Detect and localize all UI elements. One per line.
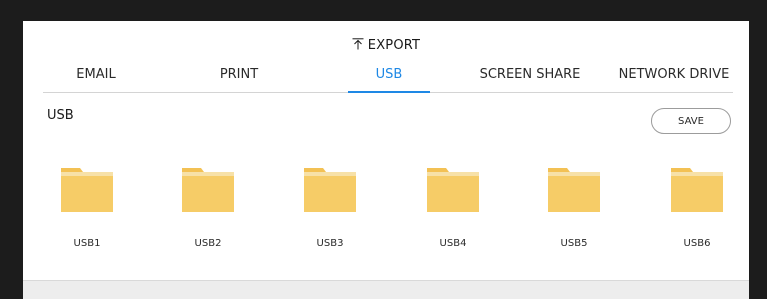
folder-usb3[interactable]: USB3 [285, 166, 375, 256]
folder-usb1[interactable]: USB1 [42, 166, 132, 256]
export-tabs: EMAIL PRINT USB SCREEN SHARE NETWORK DRI… [43, 66, 733, 93]
tab-email[interactable]: EMAIL [65, 66, 127, 92]
folder-usb4[interactable]: USB4 [408, 166, 498, 256]
folder-icon [427, 168, 479, 212]
folder-usb2[interactable]: USB2 [163, 166, 253, 256]
folder-icon [671, 168, 723, 212]
export-header: EXPORT [23, 38, 749, 53]
bottom-bar [23, 280, 749, 299]
folder-label: USB1 [73, 238, 101, 249]
folder-usb6[interactable]: USB6 [652, 166, 742, 256]
folder-icon [61, 168, 113, 212]
save-button[interactable]: SAVE [651, 108, 731, 134]
folder-icon [304, 168, 356, 212]
export-title: EXPORT [367, 38, 421, 53]
folder-label: USB3 [316, 238, 344, 249]
folder-label: USB2 [194, 238, 222, 249]
tab-network-drive[interactable]: NETWORK DRIVE [615, 66, 733, 92]
tab-usb[interactable]: USB [348, 66, 430, 93]
folder-icon [182, 168, 234, 212]
export-upload-icon [352, 38, 364, 50]
tab-print[interactable]: PRINT [209, 66, 269, 92]
folder-usb5[interactable]: USB5 [529, 166, 619, 256]
folder-label: USB4 [439, 238, 467, 249]
export-panel: EXPORT EMAIL PRINT USB SCREEN SHARE NETW… [23, 21, 749, 299]
folder-label: USB5 [560, 238, 588, 249]
section-title: USB [47, 108, 74, 123]
tab-screen-share[interactable]: SCREEN SHARE [473, 66, 587, 92]
folder-icon [548, 168, 600, 212]
folder-label: USB6 [683, 238, 711, 249]
